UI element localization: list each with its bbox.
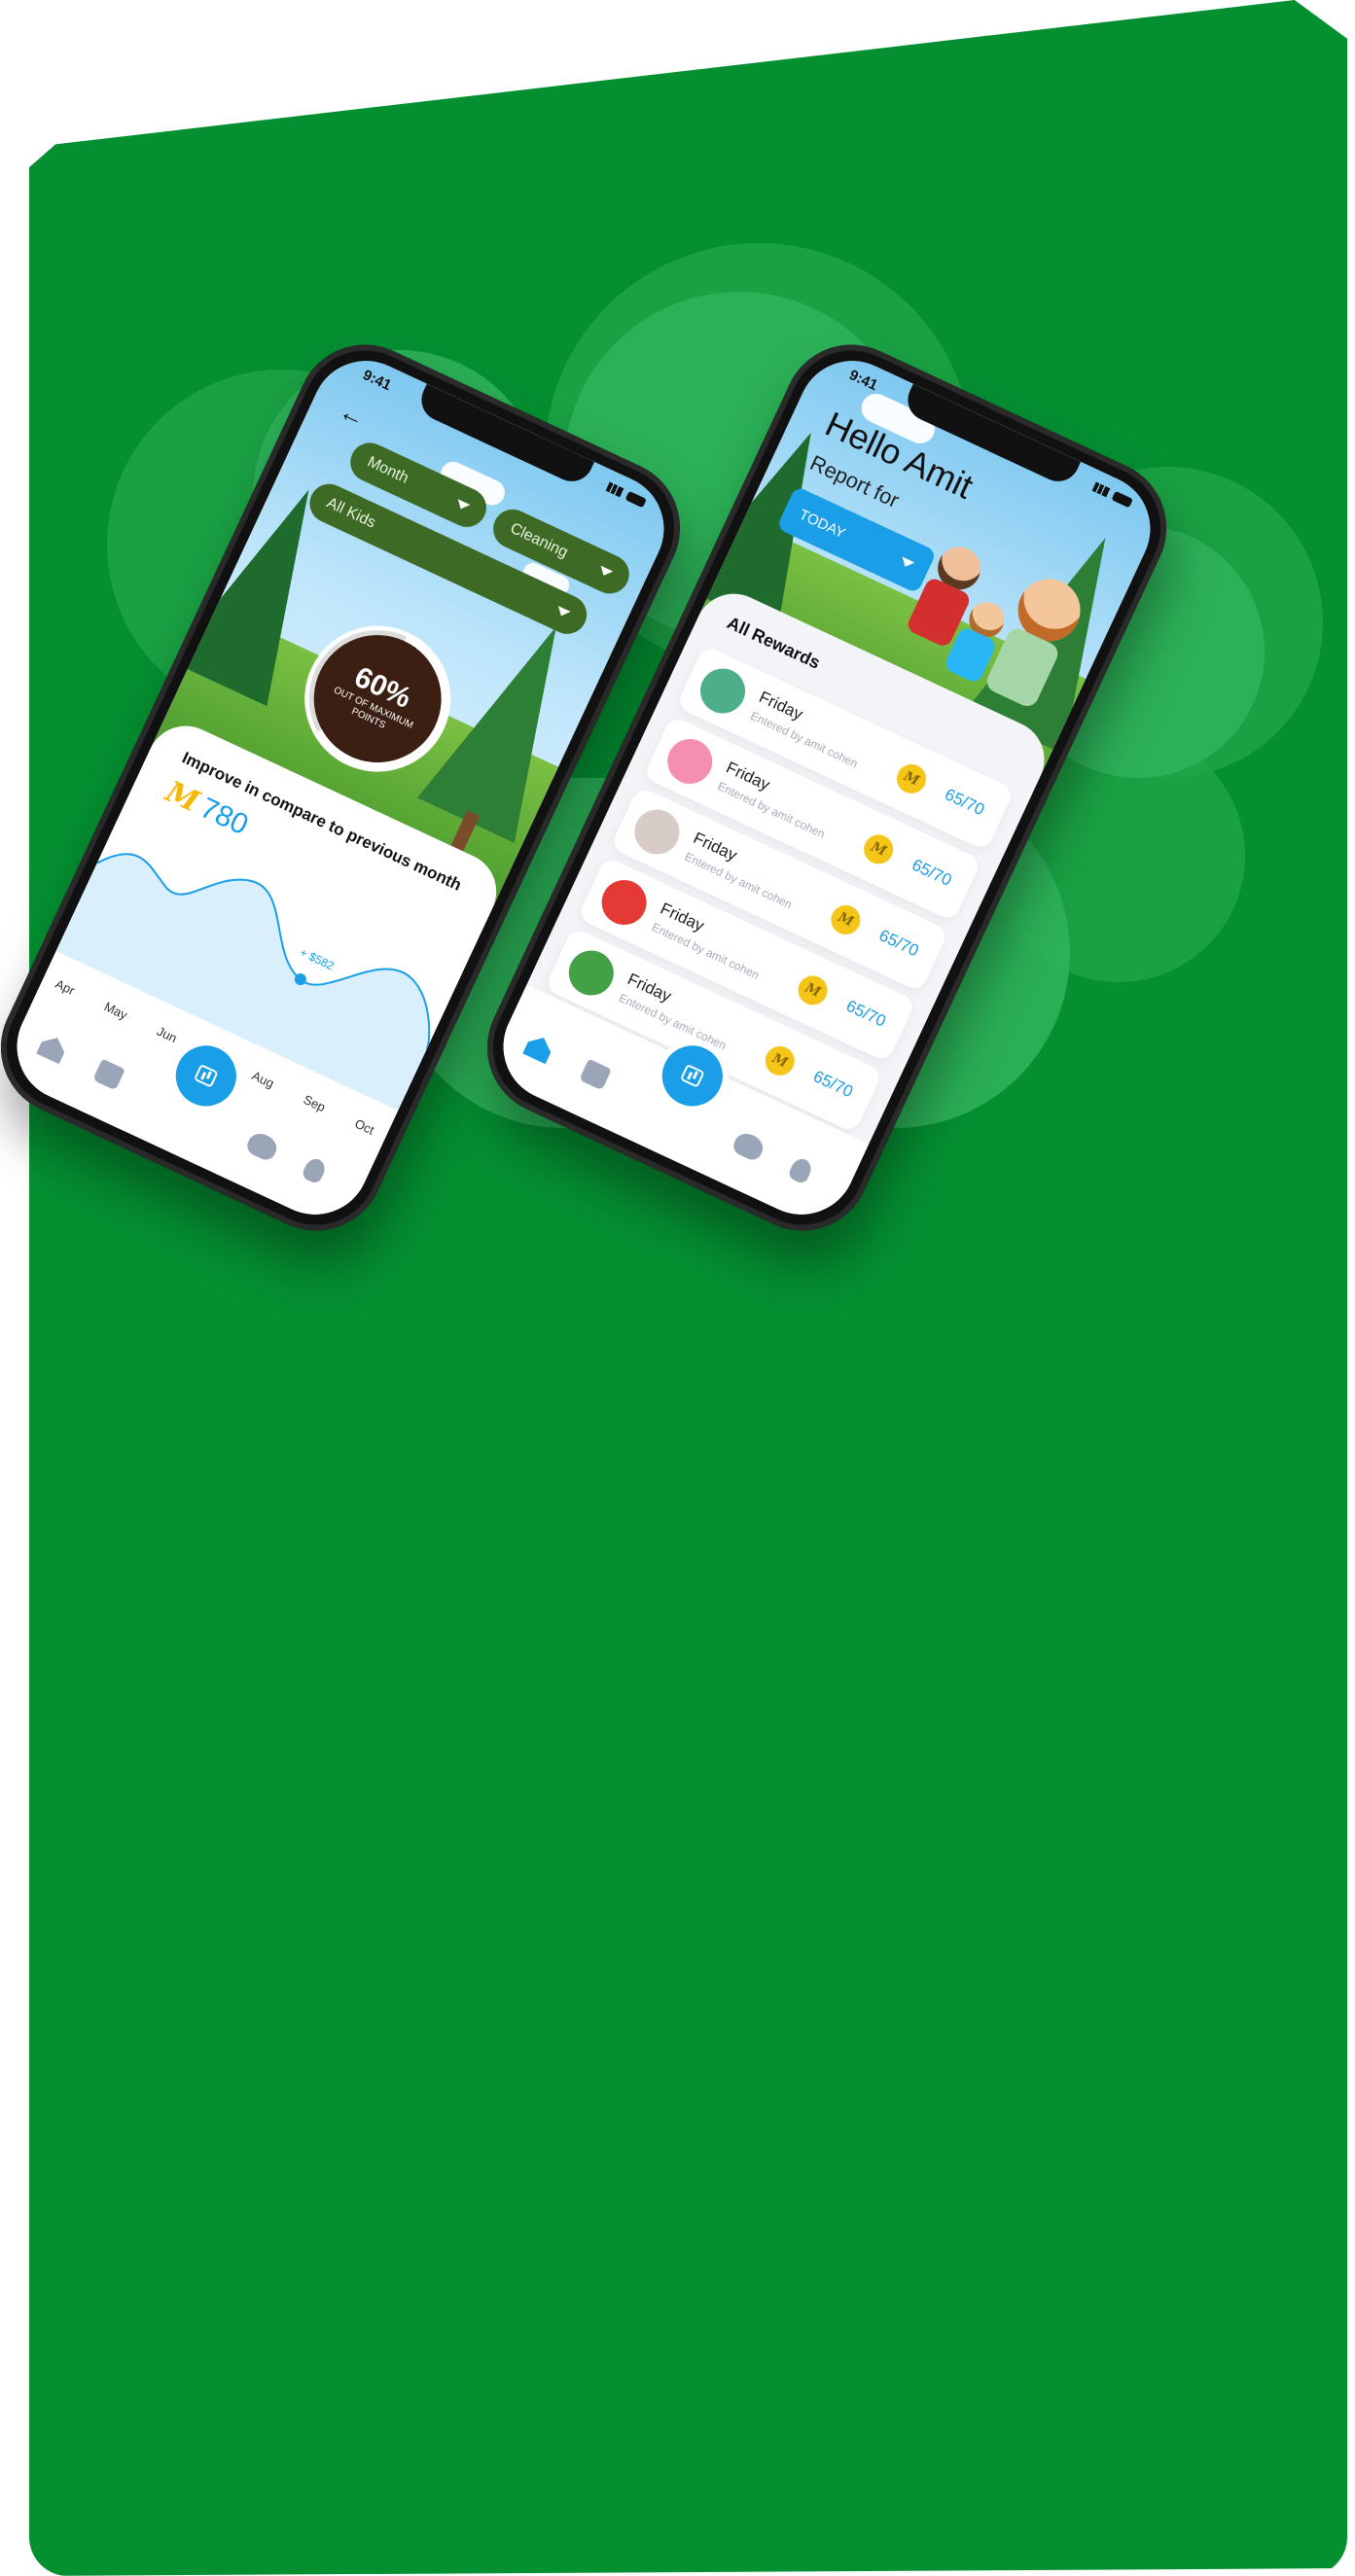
chevron-down-icon <box>454 499 471 512</box>
reward-score: 65/70 <box>875 926 922 961</box>
coin-icon: M <box>793 970 833 1010</box>
avatar <box>693 660 753 722</box>
points-number: 780 <box>196 791 254 841</box>
reward-score: 65/70 <box>843 996 889 1031</box>
avatar <box>594 872 655 933</box>
coin-icon: M <box>160 774 204 820</box>
chevron-down-icon <box>554 606 571 619</box>
stats-icon <box>193 1063 219 1088</box>
reward-score: 65/70 <box>810 1067 856 1102</box>
chevron-down-icon <box>597 565 614 579</box>
coin-icon: M <box>826 900 866 939</box>
bag-icon[interactable] <box>579 1058 612 1091</box>
people-icon[interactable] <box>244 1129 281 1163</box>
chevron-down-icon <box>899 556 915 570</box>
reward-score: 65/70 <box>942 785 988 820</box>
period-dropdown-label: TODAY <box>797 506 848 542</box>
coin-icon: M <box>892 759 931 798</box>
coin-icon: M <box>760 1041 800 1080</box>
bag-icon[interactable] <box>92 1058 125 1091</box>
home-icon[interactable] <box>36 1033 69 1065</box>
avatar <box>626 801 687 863</box>
people-icon[interactable] <box>731 1129 767 1163</box>
month-dropdown-label: Month <box>365 453 411 487</box>
home-icon[interactable] <box>522 1033 555 1065</box>
profile-icon[interactable] <box>301 1155 329 1185</box>
reward-score: 65/70 <box>909 855 955 890</box>
stats-icon <box>679 1063 705 1088</box>
chart-tooltip: + $582 <box>298 945 337 972</box>
coin-icon: M <box>859 829 899 869</box>
avatar <box>660 731 720 792</box>
profile-icon[interactable] <box>787 1155 815 1185</box>
avatar <box>561 942 622 1004</box>
